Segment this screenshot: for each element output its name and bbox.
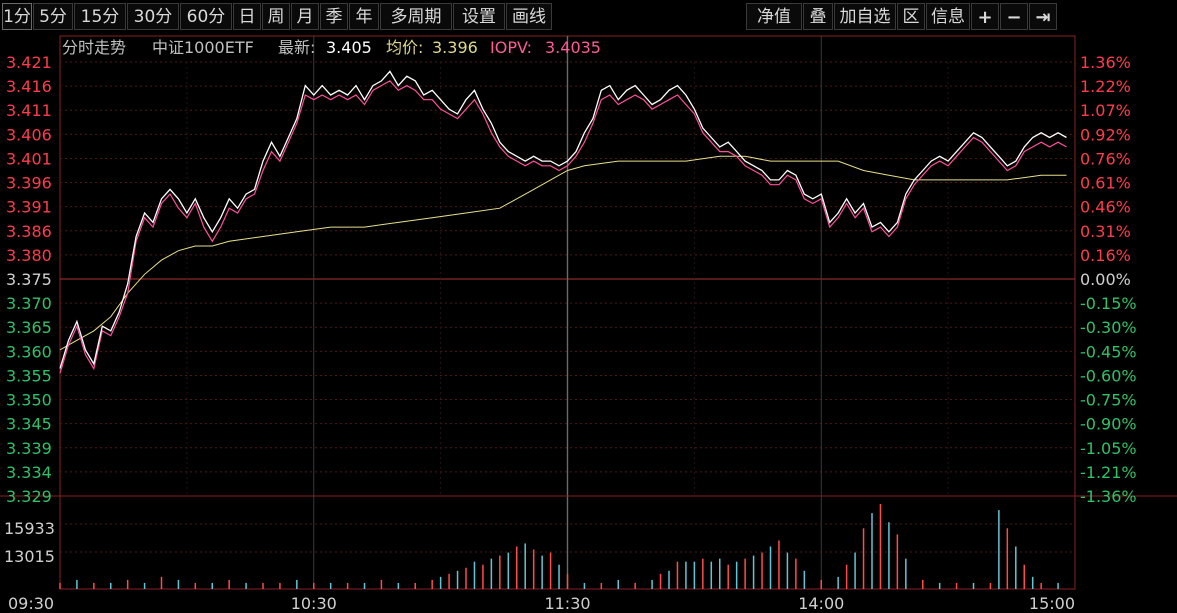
period-button-0[interactable]: 1分 <box>2 3 32 30</box>
iopv-value: 3.4035 <box>545 38 601 57</box>
fund-name: 中证1000ETF <box>152 38 254 57</box>
period-button-4[interactable]: 60分 <box>180 3 232 30</box>
price-tick: 3.391 <box>6 198 52 217</box>
time-label: 09:30 <box>8 594 54 613</box>
time-label: 10:30 <box>291 594 337 613</box>
price-axis: 3.421 3.416 3.411 3.406 3.401 3.396 3.391 3.386… <box>6 53 52 506</box>
iopv-label: IOPV: <box>490 38 532 57</box>
percent-axis: 1.36% 1.22% 1.07% 0.92% 0.76% 0.61% 0.46% 0.31%… <box>1080 53 1137 506</box>
period-button-12[interactable]: 画线 <box>506 3 552 30</box>
volume-tick: 15933 <box>4 519 55 538</box>
avg-label: 均价: <box>386 38 423 57</box>
percent-tick: -0.45% <box>1080 342 1137 361</box>
period-button-6[interactable]: 周 <box>262 3 290 30</box>
percent-tick: 0.76% <box>1080 149 1131 168</box>
chart-grid <box>0 35 1177 590</box>
tool-button-4[interactable]: 信息 <box>926 3 970 30</box>
intraday-chart[interactable]: 3.421 3.416 3.411 3.406 3.401 3.396 3.391 3.386… <box>0 34 1177 613</box>
percent-tick: -1.21% <box>1080 463 1137 482</box>
period-button-11[interactable]: 设置 <box>453 3 505 30</box>
price-tick: 3.406 <box>6 125 52 144</box>
price-tick: 3.365 <box>6 318 52 337</box>
period-button-5[interactable]: 日 <box>233 3 261 30</box>
percent-tick: 1.07% <box>1080 101 1131 120</box>
iopv-line <box>59 80 1067 374</box>
percent-tick: -0.90% <box>1080 415 1137 434</box>
percent-tick: 1.36% <box>1080 53 1131 72</box>
price-tick: 3.411 <box>6 101 52 120</box>
tool-button-0[interactable]: 净值 <box>746 3 802 30</box>
percent-tick: -1.05% <box>1080 439 1137 458</box>
volume-axis: 15933 13015 <box>4 519 55 566</box>
percent-tick: -0.75% <box>1080 391 1137 410</box>
price-tick: 3.339 <box>6 439 52 458</box>
percent-tick: -1.36% <box>1080 487 1137 506</box>
price-tick: 3.380 <box>6 246 52 265</box>
percent-tick: 0.16% <box>1080 246 1131 265</box>
price-tick: 3.375 <box>6 270 52 289</box>
price-tick: 3.396 <box>6 174 52 193</box>
plus-icon[interactable]: + <box>971 3 999 30</box>
price-tick: 3.334 <box>6 463 52 482</box>
percent-tick: -0.30% <box>1080 318 1137 337</box>
price-tick: 3.416 <box>6 77 52 96</box>
period-button-8[interactable]: 季 <box>320 3 348 30</box>
avg-price-line <box>59 155 1067 351</box>
price-tick: 3.370 <box>6 294 52 313</box>
period-button-10[interactable]: 多周期 <box>380 3 452 30</box>
percent-tick: 0.61% <box>1080 174 1131 193</box>
percent-tick: 0.46% <box>1080 198 1131 217</box>
latest-label: 最新: <box>278 38 315 57</box>
time-label: 15:00 <box>1029 594 1075 613</box>
price-tick: 3.355 <box>6 366 52 385</box>
chart-header: 分时走势 中证1000ETF 最新: 3.405 均价: 3.396 IOPV:… <box>62 38 601 57</box>
period-button-7[interactable]: 月 <box>291 3 319 30</box>
period-button-9[interactable]: 年 <box>349 3 379 30</box>
price-tick: 3.421 <box>6 53 52 72</box>
price-tick: 3.345 <box>6 415 52 434</box>
period-toolbar: 1分 5分 15分 30分 60分日周月季年多周期 设置 画线 净值叠加自选区信息 + − ⇥ <box>0 0 1177 34</box>
price-tick: 3.386 <box>6 222 52 241</box>
percent-tick: 0.92% <box>1080 125 1131 144</box>
period-button-3[interactable]: 30分 <box>127 3 179 30</box>
time-axis: 09:30 10:30 11:30 14:00 15:00 <box>8 594 1075 613</box>
period-button-1[interactable]: 5分 <box>33 3 73 30</box>
latest-value: 3.405 <box>326 38 372 57</box>
price-tick: 3.360 <box>6 342 52 361</box>
tool-button-3[interactable]: 区 <box>897 3 925 30</box>
chart-mode: 分时走势 <box>62 38 126 57</box>
percent-tick: 1.22% <box>1080 77 1131 96</box>
avg-value: 3.396 <box>432 38 478 57</box>
tool-button-1[interactable]: 叠 <box>803 3 833 30</box>
price-tick: 3.329 <box>6 487 52 506</box>
volume-tick: 13015 <box>4 547 55 566</box>
expand-right-icon[interactable]: ⇥ <box>1029 3 1057 30</box>
volume-bars <box>59 504 1059 589</box>
period-button-2[interactable]: 15分 <box>74 3 126 30</box>
percent-tick: 0.31% <box>1080 222 1131 241</box>
price-line <box>59 70 1067 369</box>
time-label: 11:30 <box>544 594 590 613</box>
percent-tick: -0.15% <box>1080 294 1137 313</box>
price-tick: 3.350 <box>6 391 52 410</box>
percent-tick: -0.60% <box>1080 366 1137 385</box>
percent-tick: 0.00% <box>1080 270 1131 289</box>
minus-icon[interactable]: − <box>1000 3 1028 30</box>
price-tick: 3.401 <box>6 149 52 168</box>
tool-button-2[interactable]: 加自选 <box>834 3 896 30</box>
time-label: 14:00 <box>798 594 844 613</box>
